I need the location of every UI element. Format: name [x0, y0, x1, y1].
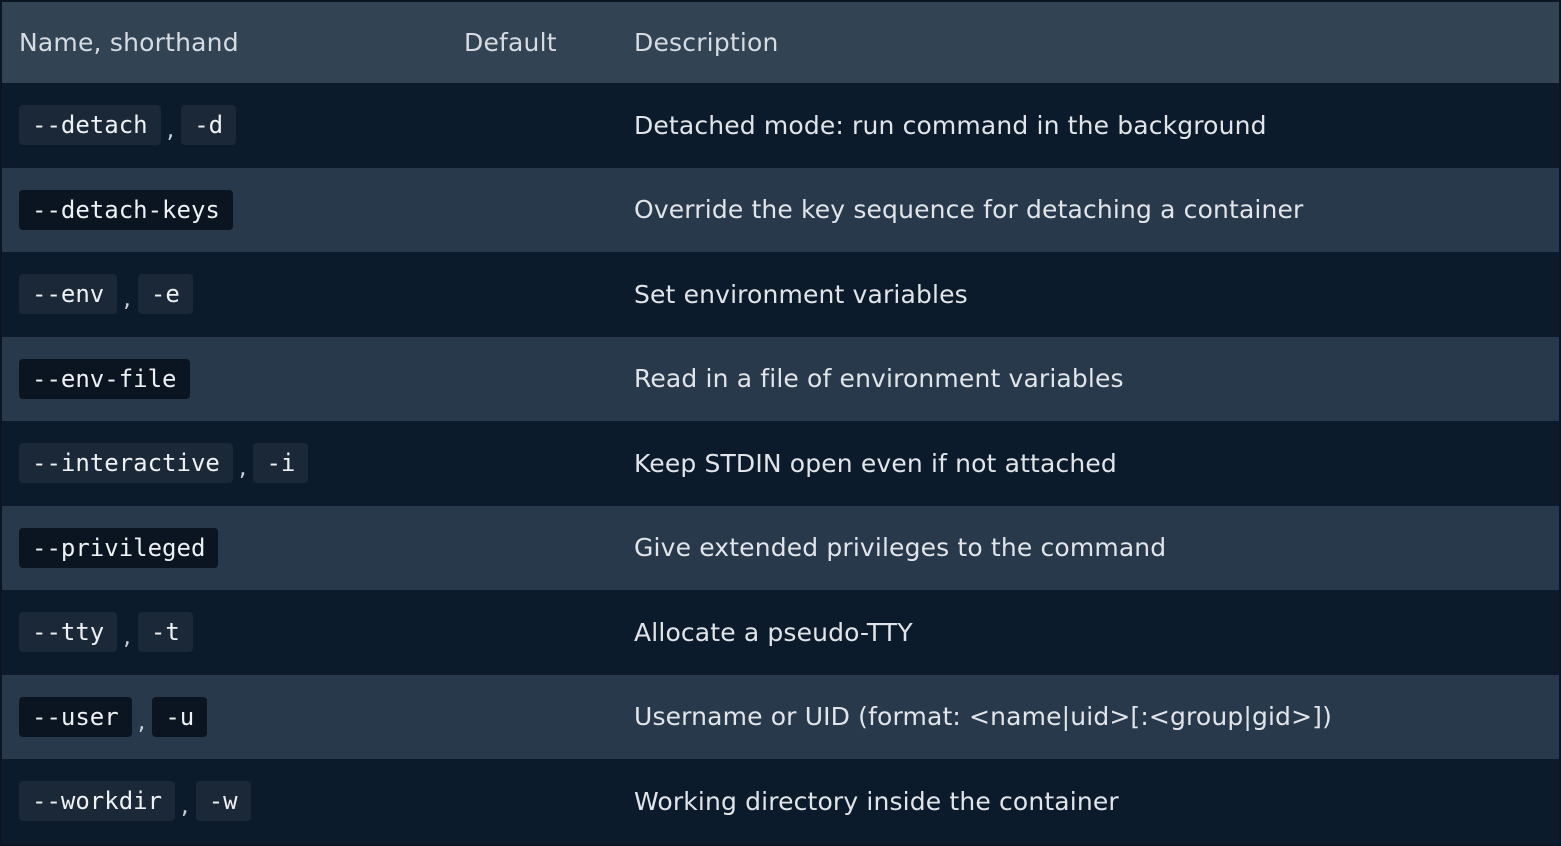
header-description: Description — [634, 28, 779, 57]
header-default-cell: Default — [464, 2, 557, 83]
option-name-cell: --tty, -t — [19, 590, 193, 674]
option-description-cell: Allocate a pseudo-TTY — [634, 590, 913, 674]
option-shorthand: -e — [137, 274, 193, 314]
table-row: --tty, -t Allocate a pseudo-TTY — [2, 590, 1559, 674]
option-name-cell: --env-file — [19, 337, 190, 421]
option-description-cell: Override the key sequence for detaching … — [634, 168, 1303, 252]
option-shorthand: -w — [195, 781, 251, 821]
table-row: --interactive, -i Keep STDIN open even if … — [2, 421, 1559, 505]
option-flag: --env-file — [19, 358, 190, 399]
option-flag: --user — [19, 696, 132, 737]
option-separator: , — [166, 115, 175, 143]
option-description-cell: Detached mode: run command in the backgr… — [634, 83, 1267, 167]
option-description: Working directory inside the container — [634, 786, 1119, 816]
table-row: --env, -e Set environment variables — [2, 252, 1559, 336]
option-name-cell: --workdir, -w — [19, 759, 251, 843]
option-name-cell: --privileged — [19, 506, 219, 590]
option-description: Keep STDIN open even if not attached — [634, 448, 1117, 478]
option-description: Username or UID (format: <name|uid>[:<gr… — [634, 702, 1332, 731]
option-name-cell: --interactive, -i — [19, 421, 309, 505]
option-flag: --interactive — [19, 443, 233, 483]
table-row: --detach, -d Detached mode: run command in… — [2, 83, 1559, 167]
option-name-cell: --env, -e — [19, 252, 193, 336]
option-flag: --detach-keys — [19, 189, 233, 230]
option-description-cell: Working directory inside the container — [634, 759, 1119, 843]
header-name: Name, shorthand — [19, 28, 239, 57]
option-separator: , — [123, 622, 131, 650]
header-default: Default — [464, 28, 557, 57]
option-flag: --tty — [19, 612, 118, 652]
option-description: Give extended privileges to the command — [634, 533, 1167, 562]
option-flag: --workdir — [19, 781, 176, 821]
table-row: --detach-keys Override the key sequence f… — [2, 167, 1559, 252]
option-description-cell: Username or UID (format: <name|uid>[:<gr… — [634, 675, 1332, 759]
option-description: Detached mode: run command in the backgr… — [634, 110, 1267, 140]
option-description: Read in a file of environment variables — [634, 364, 1124, 393]
table-row: --workdir, -w Working directory inside the… — [2, 759, 1559, 843]
option-description-cell: Read in a file of environment variables — [634, 337, 1124, 421]
option-flag: --detach — [19, 105, 161, 145]
option-shorthand: -d — [181, 105, 237, 145]
option-separator: , — [123, 284, 131, 312]
option-description-cell: Keep STDIN open even if not attached — [634, 421, 1117, 505]
option-name-cell: --detach, -d — [19, 83, 237, 167]
option-name-cell: --user, -u — [19, 675, 208, 759]
option-flag: --env — [19, 274, 118, 314]
option-description-cell: Give extended privileges to the command — [634, 506, 1166, 590]
option-separator: , — [238, 453, 247, 481]
header-description-cell: Description — [634, 2, 779, 83]
options-table: Name, shorthand Default Description --de… — [0, 0, 1561, 846]
option-description: Set environment variables — [634, 279, 968, 309]
option-shorthand: -u — [152, 696, 208, 737]
table-row: --user, -u Username or UID (format: <name|… — [2, 674, 1559, 759]
option-name-cell: --detach-keys — [19, 168, 233, 252]
table-row: --privileged Give extended privileges to … — [2, 505, 1559, 590]
option-flag: --privileged — [19, 527, 219, 568]
option-shorthand: -t — [137, 612, 193, 652]
table-row: --env-file Read in a file of environment … — [2, 336, 1559, 421]
option-shorthand: -i — [253, 443, 309, 483]
option-separator: , — [137, 706, 146, 735]
option-description-cell: Set environment variables — [634, 252, 968, 336]
option-description: Override the key sequence for detaching … — [634, 195, 1304, 224]
table-header: Name, shorthand Default Description — [2, 2, 1559, 83]
header-name-cell: Name, shorthand — [19, 2, 239, 83]
option-description: Allocate a pseudo-TTY — [634, 617, 913, 647]
option-separator: , — [181, 791, 189, 819]
